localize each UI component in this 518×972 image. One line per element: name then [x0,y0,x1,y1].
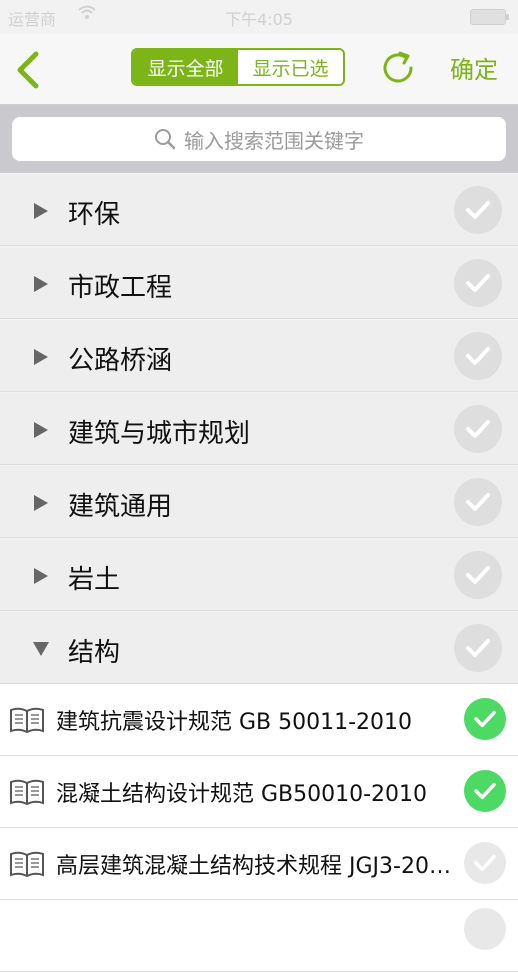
list-item[interactable]: 高层建筑混凝土结构技术规程 JGJ3-2010 [0,828,518,900]
open-book-icon [10,779,44,806]
expand-triangle-icon [34,349,48,365]
checkmark-icon[interactable] [464,842,506,884]
display-filter-segmented-control: 显示全部 显示已选 [131,48,345,86]
category-label: 建筑通用 [68,492,173,522]
checkmark-icon[interactable] [454,332,502,380]
category-row[interactable]: 公路桥涵 [0,320,518,392]
expand-triangle-icon [34,276,48,292]
expand-triangle-icon [34,203,48,219]
category-row[interactable]: 建筑与城市规划 [0,393,518,465]
expand-triangle-icon [34,495,48,511]
category-label: 市政工程 [68,273,173,303]
category-row[interactable]: 建筑通用 [0,466,518,538]
expand-triangle-icon [34,422,48,438]
checkmark-icon[interactable] [454,259,502,307]
search-icon [155,129,176,150]
checkmark-icon[interactable] [454,551,502,599]
back-chevron-icon[interactable] [12,50,44,90]
category-row[interactable]: 市政工程 [0,247,518,319]
item-label: 高层建筑混凝土结构技术规程 JGJ3-2010 [56,854,456,879]
navigation-bar: 显示全部 显示已选 确定 [0,34,518,105]
category-label: 建筑与城市规划 [68,419,251,449]
refresh-icon[interactable] [378,48,418,88]
show-all-segment[interactable]: 显示全部 [133,50,238,84]
confirm-button[interactable]: 确定 [450,50,498,85]
category-row[interactable]: 岩土 [0,539,518,611]
search-bar: 输入搜索范围关键字 [0,105,518,173]
category-label: 结构 [68,638,121,668]
checkmark-icon[interactable] [464,698,506,740]
open-book-icon [10,851,44,878]
list-item[interactable]: 混凝土结构设计规范 GB50010-2010 [0,756,518,828]
category-row-expanded[interactable]: 结构 [0,612,518,684]
checkmark-icon[interactable] [454,624,502,672]
status-bar: 运营商 下午4:05 [0,0,518,34]
battery-icon [470,9,509,25]
checkmark-icon[interactable] [464,770,506,812]
checkmark-icon[interactable] [454,478,502,526]
expand-triangle-icon [34,568,48,584]
category-row[interactable]: 环保 [0,174,518,246]
category-label: 岩土 [68,565,121,595]
open-book-icon [10,707,44,734]
search-placeholder: 输入搜索范围关键字 [184,128,364,153]
collapse-triangle-icon [33,642,49,656]
item-label: 建筑抗震设计规范 GB 50011-2010 [56,710,413,735]
list-item[interactable]: 建筑抗震设计规范 GB 50011-2010 [0,684,518,756]
checkmark-icon[interactable] [454,405,502,453]
clock: 下午4:05 [225,10,293,29]
checkmark-icon[interactable] [454,186,502,234]
search-input[interactable]: 输入搜索范围关键字 [12,117,506,161]
checkmark-icon[interactable] [464,908,506,950]
item-label: 混凝土结构设计规范 GB50010-2010 [56,782,428,807]
category-label: 公路桥涵 [68,346,173,376]
show-selected-segment[interactable]: 显示已选 [238,50,343,84]
category-label: 环保 [68,200,121,230]
list-item[interactable] [0,900,518,972]
